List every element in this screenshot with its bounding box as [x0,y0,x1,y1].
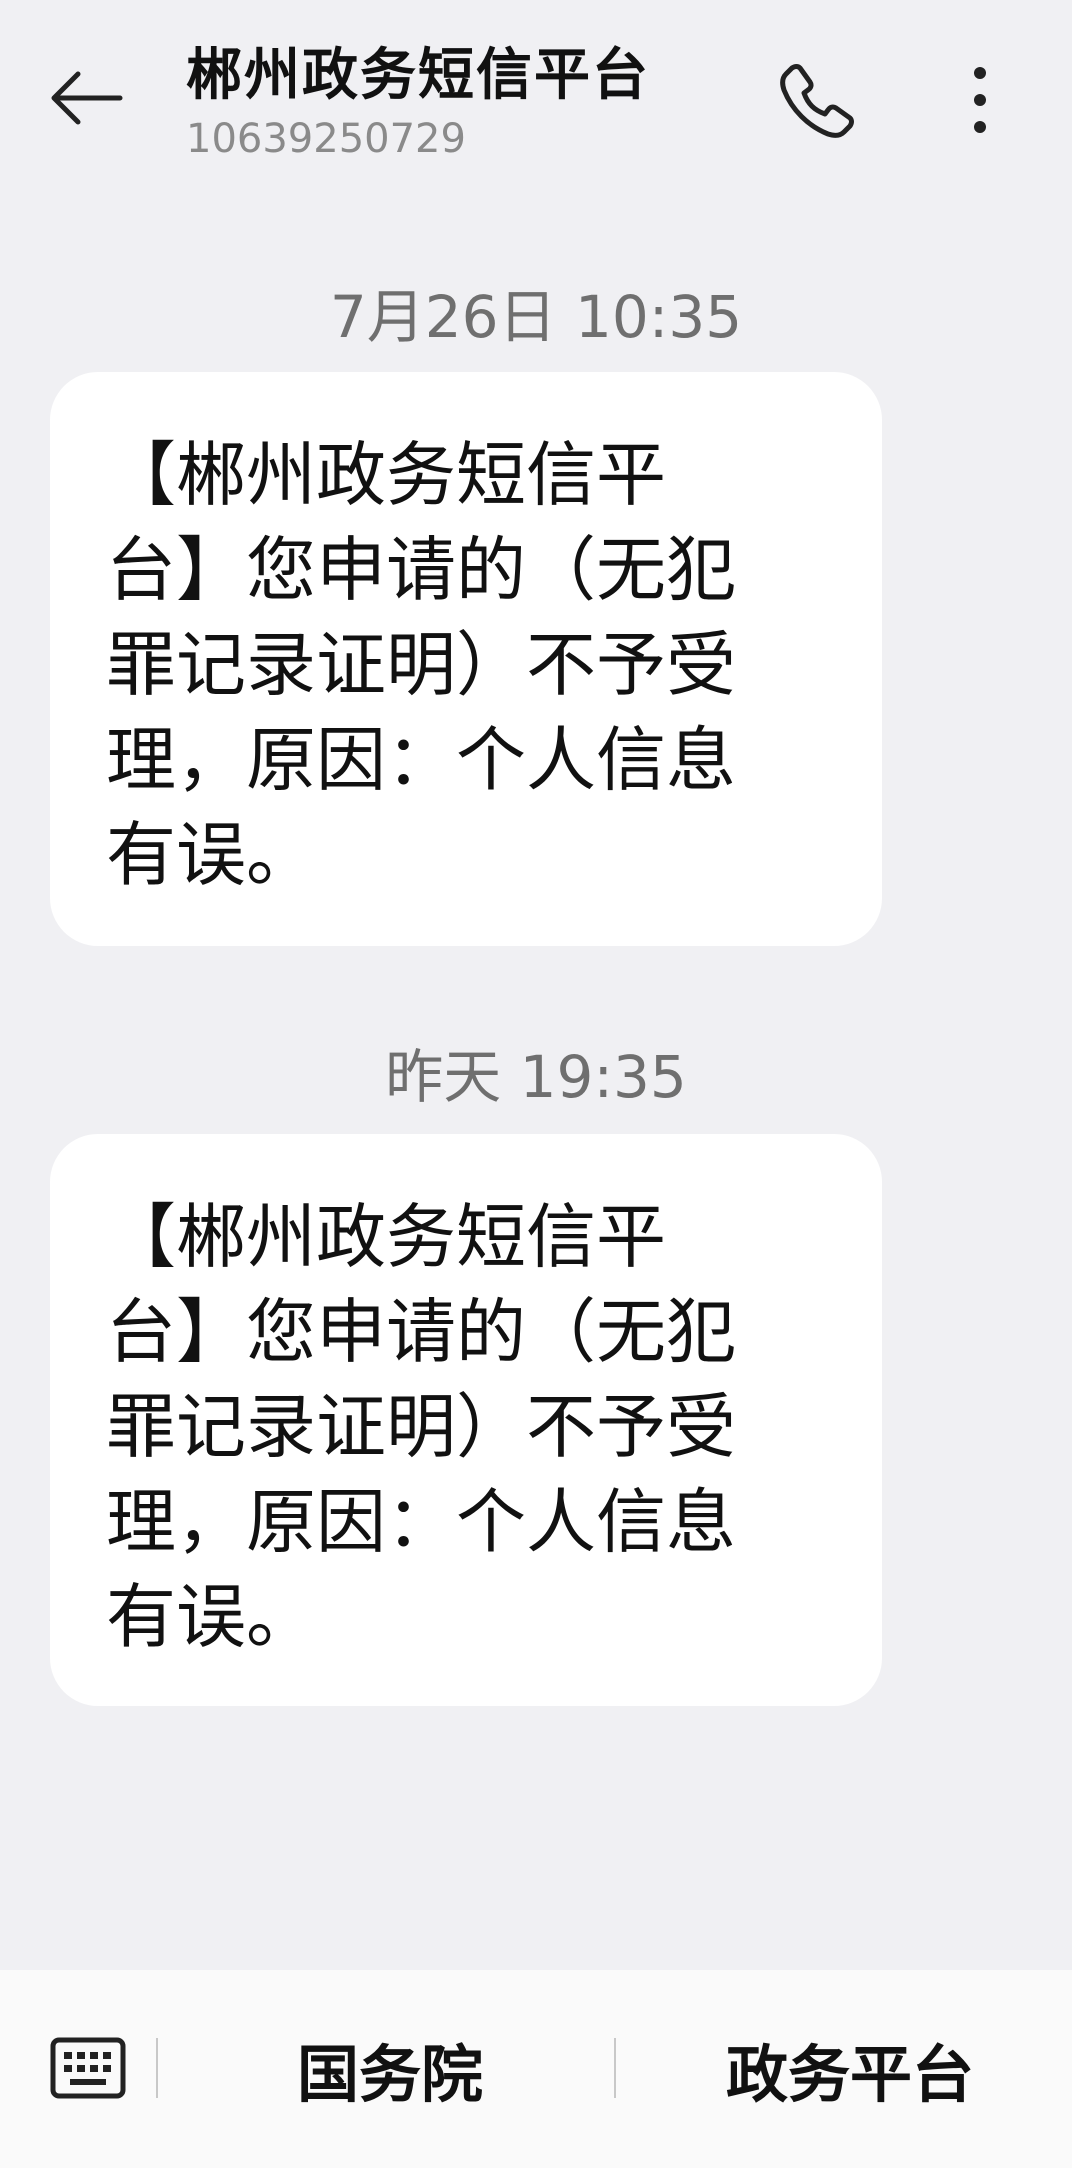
keyboard-toggle-button[interactable] [44,2032,132,2104]
keyboard-icon [50,2037,126,2099]
call-button[interactable] [770,52,866,148]
conversation-header: 郴州政务短信平台 10639250729 [0,0,1072,200]
message-bubble[interactable]: 【郴州政务短信平台】您申请的（无犯罪记录证明）不予受理，原因：个人信息有误。 [50,372,882,946]
message-bubble[interactable]: 【郴州政务短信平台】您申请的（无犯罪记录证明）不予受理，原因：个人信息有误。 [50,1134,882,1706]
message-text: 【郴州政务短信平台】您申请的（无犯罪记录证明）不予受理，原因：个人信息有误。 [106,434,736,896]
contact-number: 10639250729 [186,116,466,162]
phone-icon [780,64,854,138]
message-timestamp: 昨天 19:35 [385,1043,687,1111]
service-menu-bar: 国务院 政务平台 [0,1970,1072,2168]
menu-item-zhengwu-pingtai[interactable]: 政务平台 [690,2024,1010,2114]
menu-divider [614,2038,616,2098]
message-text: 【郴州政务短信平台】您申请的（无犯罪记录证明）不予受理，原因：个人信息有误。 [106,1196,736,1658]
contact-title: 郴州政务短信平台 [186,43,650,108]
menu-item-guowuyuan[interactable]: 国务院 [240,2024,540,2114]
message-timestamp: 7月26日 10:35 [329,283,743,351]
arrow-left-icon [51,71,123,125]
menu-divider [156,2038,158,2098]
back-button[interactable] [44,56,128,140]
more-vertical-icon [974,67,986,133]
more-options-button[interactable] [940,52,1020,148]
